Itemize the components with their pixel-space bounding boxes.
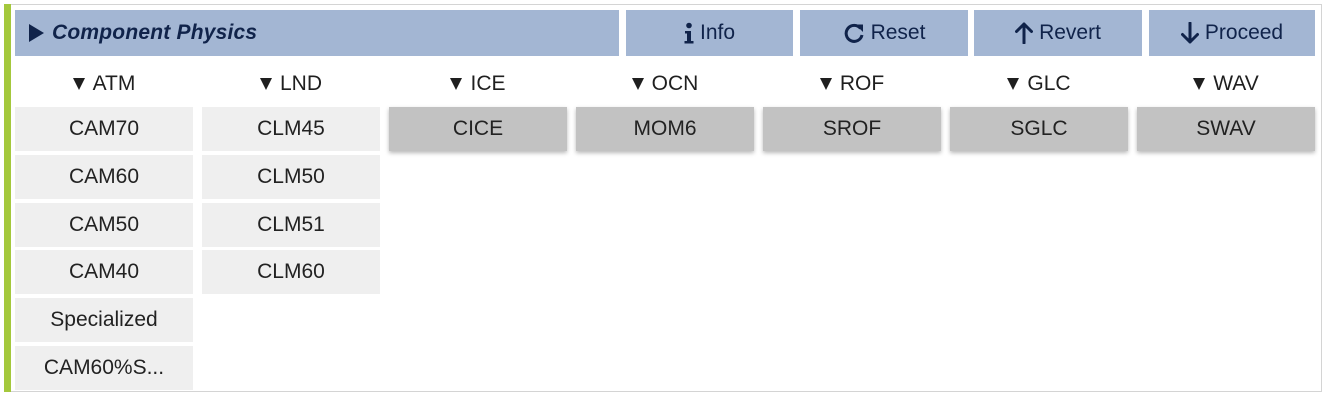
expand-triangle-icon [29,24,44,42]
collapse-triangle-icon [72,78,85,90]
info-icon [684,22,694,44]
collapse-triangle-icon [819,78,832,90]
section-title: Component Physics [52,21,258,44]
collapse-triangle-icon [1193,78,1206,90]
info-label: Info [699,21,736,44]
option-atm-cam50[interactable]: CAM50 [15,203,193,247]
proceed-label: Proceed [1204,21,1284,44]
column-header-atm[interactable]: ATM [15,70,193,98]
column-header-label: ROF [839,72,885,95]
arrow-down-icon [1180,22,1199,44]
column-header-lnd[interactable]: LND [202,70,380,98]
collapse-triangle-icon [259,78,272,90]
column-header-label: WAV [1213,72,1259,95]
column-header-label: ATM [92,72,136,95]
column-header-ice[interactable]: ICE [389,70,567,98]
collapse-triangle-icon [1007,78,1020,90]
collapse-triangle-icon [631,78,644,90]
option-atm-cam40[interactable]: CAM40 [15,250,193,294]
component-physics-header[interactable]: Component Physics [15,10,619,56]
option-atm-specialized[interactable]: Specialized [15,298,193,342]
option-ice-cice[interactable]: CICE [389,107,567,151]
revert-button[interactable]: Revert [974,10,1142,56]
column-header-label: LND [279,72,322,95]
option-ocn-mom6[interactable]: MOM6 [576,107,754,151]
option-rof-srof[interactable]: SROF [763,107,941,151]
reset-button[interactable]: Reset [800,10,968,56]
option-lnd-clm51[interactable]: CLM51 [202,203,380,247]
option-atm-cam60-s[interactable]: CAM60%S... [15,346,193,390]
column-header-wav[interactable]: WAV [1137,70,1315,98]
redo-icon [843,22,865,44]
panel-accent-stripe [4,4,11,392]
arrow-up-icon [1015,22,1034,44]
column-header-label: ICE [470,72,506,95]
option-glc-sglc[interactable]: SGLC [950,107,1128,151]
reset-label: Reset [870,21,926,44]
option-wav-swav[interactable]: SWAV [1137,107,1315,151]
collapse-triangle-icon [450,78,463,90]
column-header-label: GLC [1027,72,1071,95]
option-atm-cam60[interactable]: CAM60 [15,155,193,199]
option-atm-cam70[interactable]: CAM70 [15,107,193,151]
option-lnd-clm45[interactable]: CLM45 [202,107,380,151]
proceed-button[interactable]: Proceed [1149,10,1315,56]
option-lnd-clm60[interactable]: CLM60 [202,250,380,294]
column-header-ocn[interactable]: OCN [576,70,754,98]
column-header-glc[interactable]: GLC [950,70,1128,98]
revert-label: Revert [1039,21,1101,44]
column-header-label: OCN [651,72,699,95]
option-lnd-clm50[interactable]: CLM50 [202,155,380,199]
column-header-rof[interactable]: ROF [763,70,941,98]
info-button[interactable]: Info [626,10,793,56]
